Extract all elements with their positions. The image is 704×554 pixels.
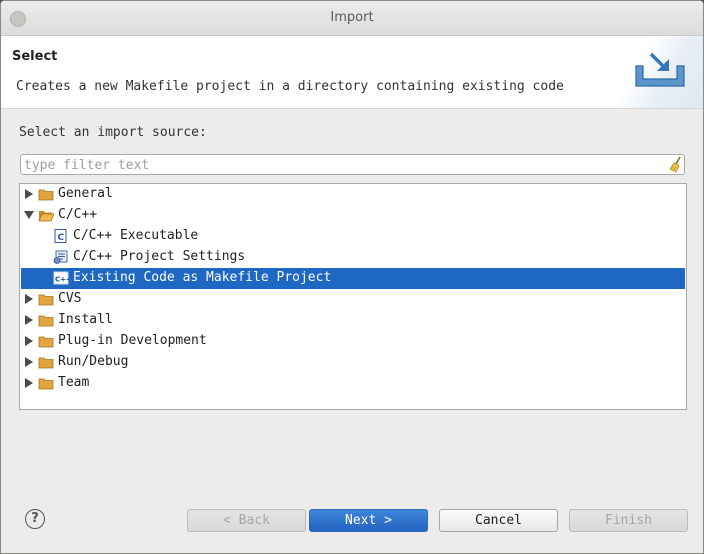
tree-item-label: Existing Code as Makefile Project [73, 270, 332, 285]
expand-arrow-icon[interactable] [23, 356, 35, 368]
expand-arrow-icon[interactable] [23, 377, 35, 389]
expand-arrow-icon[interactable] [23, 314, 35, 326]
title-bar[interactable]: Import [1, 1, 703, 36]
tree-item-label: C/C++ [58, 207, 98, 222]
wizard-header: Select Creates a new Makefile project in… [1, 36, 703, 109]
import-source-label: Select an import source: [19, 125, 207, 140]
tree-item-run-debug[interactable]: Run/Debug [21, 352, 685, 373]
svg-text:C++: C++ [55, 276, 69, 284]
finish-button[interactable]: Finish [569, 509, 688, 532]
svg-text:C: C [58, 233, 65, 243]
makefile-project-icon: C++ [53, 271, 69, 285]
cancel-button[interactable]: Cancel [439, 509, 558, 532]
tree-item-cpp[interactable]: C/C++ [21, 205, 685, 226]
folder-icon [38, 294, 54, 306]
folder-icon [38, 189, 54, 201]
tree-item-project-settings[interactable]: C/C++ Project Settings [21, 247, 685, 268]
open-folder-icon [38, 211, 54, 222]
tree-item-plugin-development[interactable]: Plug-in Development [21, 331, 685, 352]
help-button[interactable]: ? [25, 509, 45, 529]
tree-item-label: C/C++ Executable [73, 228, 199, 243]
back-button[interactable]: < Back [187, 509, 306, 532]
expand-arrow-icon[interactable] [23, 335, 35, 347]
folder-icon [38, 315, 54, 327]
tree-item-label: General [58, 186, 113, 201]
tree-item-makefile-project[interactable]: C++ Existing Code as Makefile Project [21, 268, 685, 289]
import-dialog: Import Select Creates a new Makefile pro… [0, 0, 704, 554]
next-button[interactable]: Next > [309, 509, 428, 532]
tree-item-label: Team [58, 375, 90, 390]
tree-item-general[interactable]: General [21, 184, 685, 205]
import-banner-icon [617, 36, 703, 108]
c-executable-icon: C [54, 229, 67, 243]
clear-filter-icon[interactable] [668, 156, 684, 177]
tree-item-label: Run/Debug [58, 354, 129, 369]
tree-item-install[interactable]: Install [21, 310, 685, 331]
tree-item-cvs[interactable]: CVS [21, 289, 685, 310]
collapse-arrow-icon[interactable] [23, 209, 35, 221]
tree-item-label: Install [58, 312, 113, 327]
window-title: Import [330, 10, 374, 25]
project-settings-icon [53, 250, 68, 264]
tree-item-label: CVS [58, 291, 82, 306]
page-title: Select [12, 49, 58, 64]
page-description: Creates a new Makefile project in a dire… [16, 79, 564, 94]
filter-input[interactable] [24, 156, 654, 174]
tree-item-cpp-executable[interactable]: C C/C++ Executable [21, 226, 685, 247]
tree-item-label: C/C++ Project Settings [73, 249, 246, 264]
filter-field[interactable] [20, 154, 685, 175]
folder-icon [38, 357, 54, 369]
tree-item-team[interactable]: Team [21, 373, 685, 394]
expand-arrow-icon[interactable] [23, 293, 35, 305]
folder-icon [38, 378, 54, 390]
expand-arrow-icon[interactable] [23, 188, 35, 200]
import-source-tree[interactable]: General C/C++ C C/C++ Executable C/C++ P… [19, 183, 687, 410]
tree-item-label: Plug-in Development [58, 333, 207, 348]
folder-icon [38, 336, 54, 348]
